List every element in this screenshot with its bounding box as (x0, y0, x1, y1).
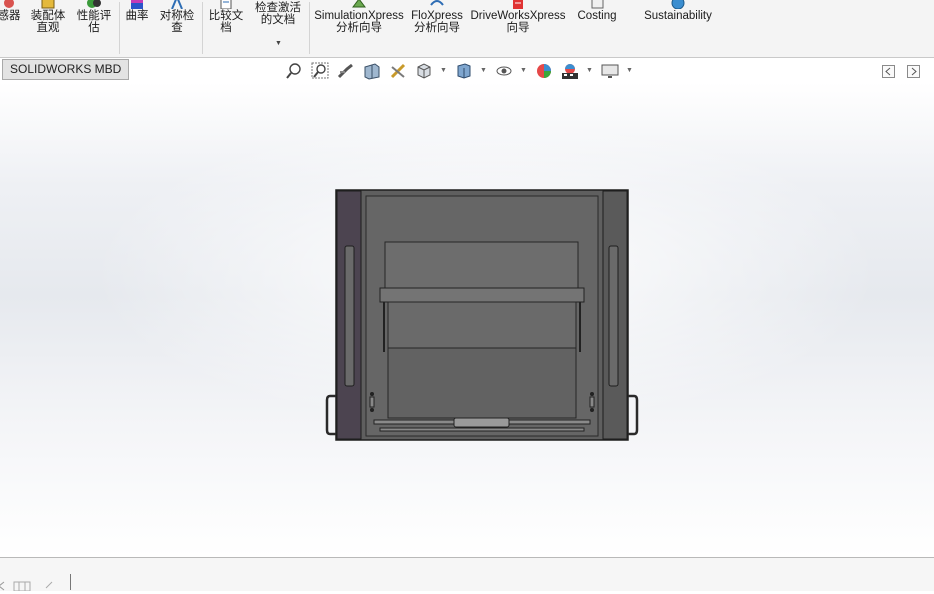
tab-divider (70, 574, 71, 590)
command-tab-bar: SOLIDWORKS MBD ▼ ▼ ▼ ▼ ▼ (0, 58, 934, 82)
chevron-down-icon[interactable]: ▼ (275, 40, 282, 47)
simulationxpress-icon (351, 0, 367, 9)
ribbon-label: Sustainability (644, 10, 712, 22)
ribbon-label: 感器 (0, 10, 21, 22)
ribbon-separator (202, 2, 203, 54)
compare-documents-icon (218, 0, 234, 9)
ribbon-simulationxpress-button[interactable]: SimulationXpress 分析向导 (312, 0, 406, 34)
ribbon-label: Costing (577, 10, 617, 22)
ribbon-label: DriveWorksXpress 向导 (470, 10, 566, 34)
ribbon-label: 曲率 (125, 10, 149, 22)
zoom-to-area-icon[interactable] (311, 62, 329, 80)
ribbon-separator (309, 2, 310, 54)
ribbon-assembly-visualization-button[interactable]: 装配体 直观 (27, 0, 69, 34)
sustainability-icon (670, 0, 686, 9)
section-view-icon[interactable] (363, 62, 381, 80)
dynamic-annotation-icon[interactable] (389, 62, 407, 80)
ribbon-separator (119, 2, 120, 54)
graphics-area[interactable] (0, 82, 934, 557)
ribbon-check-active-document-button[interactable]: 检查激活 的文档 (250, 2, 306, 26)
tab-solidworks-mbd[interactable]: SOLIDWORKS MBD (2, 59, 130, 80)
sensor-icon (1, 0, 17, 9)
ribbon-compare-documents-button[interactable]: 比较文 档 (205, 0, 247, 34)
apply-scene-icon[interactable] (561, 62, 579, 80)
ribbon-sensors-button[interactable]: 感器 (0, 0, 22, 22)
chevron-down-icon[interactable]: ▼ (626, 67, 633, 74)
view-settings-icon[interactable] (601, 62, 619, 80)
ribbon-label: 比较文 档 (208, 10, 244, 34)
ribbon-label: FloXpress 分析向导 (411, 10, 463, 34)
chevron-down-icon[interactable]: ▼ (520, 67, 527, 74)
command-ribbon: 感器 装配体 直观 性能评 估 曲率 对称检 查 比较文 档 检查激活 的文档 (0, 0, 934, 58)
costing-icon (589, 0, 605, 9)
previous-view-icon[interactable] (337, 62, 355, 80)
assembly-visualization-icon (40, 0, 56, 9)
scroll-prev-icon[interactable] (44, 580, 54, 590)
symmetry-check-icon (169, 0, 185, 9)
edit-appearance-icon[interactable] (535, 62, 553, 80)
zoom-to-fit-icon[interactable] (285, 62, 303, 80)
chevron-down-icon[interactable]: ▼ (480, 67, 487, 74)
ribbon-driveworksxpress-button[interactable]: DriveWorksXpress 向导 (469, 0, 567, 34)
ribbon-label: 检查激活 的文档 (255, 2, 301, 26)
scroll-first-icon[interactable] (0, 580, 6, 591)
hide-show-items-icon[interactable] (495, 62, 513, 80)
chevron-down-icon[interactable]: ▼ (586, 67, 593, 74)
model-front-view[interactable] (322, 184, 644, 444)
ribbon-label: SimulationXpress 分析向导 (314, 10, 404, 34)
bottom-tab-bar (0, 557, 934, 592)
ribbon-label: 对称检 查 (159, 10, 195, 34)
display-style-icon[interactable] (455, 62, 473, 80)
curvature-icon (129, 0, 145, 9)
ribbon-curvature-button[interactable]: 曲率 (122, 0, 152, 22)
ribbon-performance-evaluation-button[interactable]: 性能评 估 (73, 0, 115, 34)
ribbon-sustainability-button[interactable]: Sustainability (638, 0, 718, 22)
ribbon-symmetry-check-button[interactable]: 对称检 查 (156, 0, 198, 34)
chevron-down-icon[interactable]: ▼ (440, 67, 447, 74)
model-tab-icon[interactable] (13, 580, 31, 592)
expand-right-icon[interactable] (907, 65, 920, 79)
performance-evaluation-icon (86, 0, 102, 9)
driveworksxpress-icon (510, 0, 526, 9)
floxpress-icon (429, 0, 445, 9)
ribbon-label: 性能评 估 (76, 10, 112, 34)
ribbon-label: 装配体 直观 (30, 10, 66, 34)
collapse-left-icon[interactable] (882, 65, 895, 79)
view-orientation-icon[interactable] (415, 62, 433, 80)
ribbon-costing-button[interactable]: Costing (570, 0, 624, 22)
ribbon-floxpress-button[interactable]: FloXpress 分析向导 (408, 0, 466, 34)
